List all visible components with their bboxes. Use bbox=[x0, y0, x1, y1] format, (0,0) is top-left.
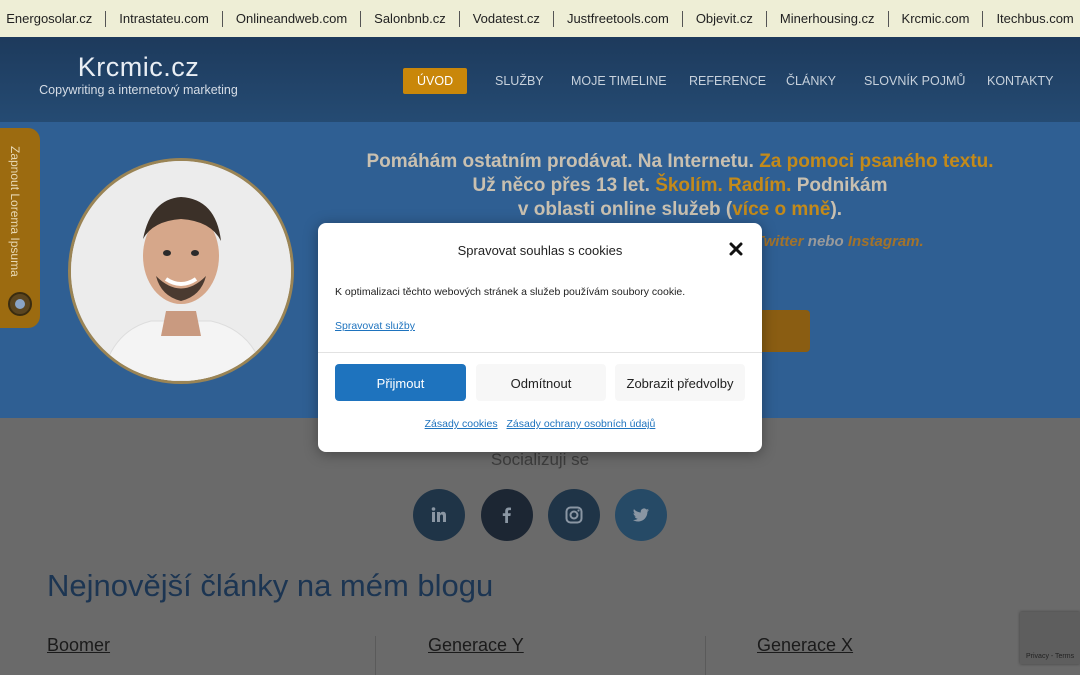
deny-cookies-button[interactable]: Odmítnout bbox=[476, 364, 606, 401]
nav-item-slovnik[interactable]: Slovník pojmů bbox=[864, 68, 965, 94]
cookie-dialog-message: K optimalizaci těchto webových stránek a… bbox=[335, 286, 686, 298]
lorem-ipsum-toggle-tab[interactable]: Zapnout Lorema Ipsuma bbox=[0, 128, 40, 328]
column-divider bbox=[375, 636, 376, 675]
nav-item-reference[interactable]: Reference bbox=[689, 68, 766, 94]
social-title: Socializuji se bbox=[490, 450, 590, 469]
hero-sub-connector: nebo bbox=[807, 233, 844, 250]
author-portrait bbox=[68, 158, 294, 384]
recaptcha-badge[interactable]: Privacy - Terms bbox=[1020, 612, 1080, 664]
nav-item-uvod[interactable]: Úvod bbox=[403, 68, 468, 94]
nav-item-clanky[interactable]: Články bbox=[786, 68, 836, 94]
toplink-itechbus[interactable]: Itechbus.com bbox=[983, 11, 1080, 27]
column-divider bbox=[705, 636, 706, 675]
toplink-salonbnb[interactable]: Salonbnb.cz bbox=[361, 10, 460, 27]
article-link-generace-x[interactable]: Generace X bbox=[757, 635, 853, 656]
hero-headline: Pomáhám ostatním prodávat. Na Internetu.… bbox=[330, 150, 1030, 222]
top-links-bar: Energosolar.cz Intrastateu.com Onlineand… bbox=[0, 0, 1080, 37]
cookie-dialog-title: Spravovat souhlas s cookies bbox=[457, 243, 623, 258]
twitter-icon[interactable] bbox=[615, 489, 667, 541]
twitter-link[interactable]: Twitter bbox=[755, 233, 804, 250]
recaptcha-terms: Privacy - Terms bbox=[1026, 653, 1075, 660]
facebook-icon[interactable] bbox=[481, 489, 533, 541]
toplink-vodatest[interactable]: Vodatest.cz bbox=[460, 10, 554, 27]
nav-item-kontakty[interactable]: Kontakty bbox=[987, 68, 1053, 94]
article-link-boomer[interactable]: Boomer bbox=[47, 635, 110, 656]
toplink-intrastateu[interactable]: Intrastateu.com bbox=[106, 10, 223, 27]
divider bbox=[318, 352, 762, 353]
nav-item-timeline[interactable]: Moje timeline bbox=[571, 68, 667, 94]
hero-line3-a: v oblasti online služeb ( bbox=[517, 199, 733, 220]
toplink-justfreetools[interactable]: Justfreetools.com bbox=[554, 10, 683, 27]
toplink-onlineandweb[interactable]: Onlineandweb.com bbox=[223, 10, 362, 27]
toggle-icon[interactable] bbox=[8, 292, 32, 316]
toplink-energosolar[interactable]: Energosolar.cz bbox=[0, 10, 107, 27]
manage-services-link[interactable]: Spravovat služby bbox=[335, 320, 415, 332]
article-link-generace-y[interactable]: Generace Y bbox=[428, 635, 524, 656]
instagram-icon[interactable] bbox=[548, 489, 600, 541]
lorem-ipsum-toggle-label: Zapnout Lorema Ipsuma bbox=[8, 146, 22, 277]
site-header: Krcmic.cz Copywriting a internetový mark… bbox=[0, 37, 1080, 122]
blog-section-title: Nejnovější články na mém blogu bbox=[47, 568, 494, 603]
toplink-minerhousing[interactable]: Minerhousing.cz bbox=[767, 10, 889, 27]
cookie-policy-link[interactable]: Zásady cookies bbox=[425, 418, 498, 430]
toplink-krcmic[interactable]: Krcmic.com bbox=[889, 10, 984, 27]
hero-subline: Twitter nebo Instagram. bbox=[755, 233, 924, 250]
hero-line1-a: Pomáhám ostatním prodávat. Na Internetu. bbox=[366, 151, 754, 172]
linkedin-icon[interactable] bbox=[413, 489, 465, 541]
person-photo-icon bbox=[71, 161, 291, 381]
toplink-objevit[interactable]: Objevit.cz bbox=[683, 10, 767, 27]
hero-line2-c: Radím. bbox=[728, 175, 792, 196]
nav-item-sluzby[interactable]: Služby bbox=[495, 68, 544, 94]
view-preferences-button[interactable]: Zobrazit předvolby bbox=[615, 364, 745, 401]
close-icon[interactable] bbox=[728, 241, 744, 257]
about-me-link[interactable]: více o mně bbox=[732, 199, 830, 220]
hero-line2-b: Školím. bbox=[655, 175, 723, 196]
hero-line1-b: Za pomoci psaného textu. bbox=[759, 151, 994, 172]
hero-line3-c: ). bbox=[830, 199, 843, 220]
instagram-link[interactable]: Instagram. bbox=[848, 233, 924, 250]
main-nav: Úvod Služby Moje timeline Reference Člán… bbox=[0, 68, 1080, 96]
accept-cookies-button[interactable]: Přijmout bbox=[335, 364, 466, 401]
cookie-consent-dialog: Spravovat souhlas s cookies K optimaliza… bbox=[318, 223, 762, 452]
hero-line2-a: Už něco přes 13 let. bbox=[472, 175, 650, 196]
privacy-policy-link[interactable]: Zásady ochrany osobních údajů bbox=[507, 418, 656, 430]
hero-line2-d: Podnikám bbox=[796, 175, 888, 196]
cookie-policy-links: Zásady cookies Zásady ochrany osobních ú… bbox=[318, 418, 762, 430]
